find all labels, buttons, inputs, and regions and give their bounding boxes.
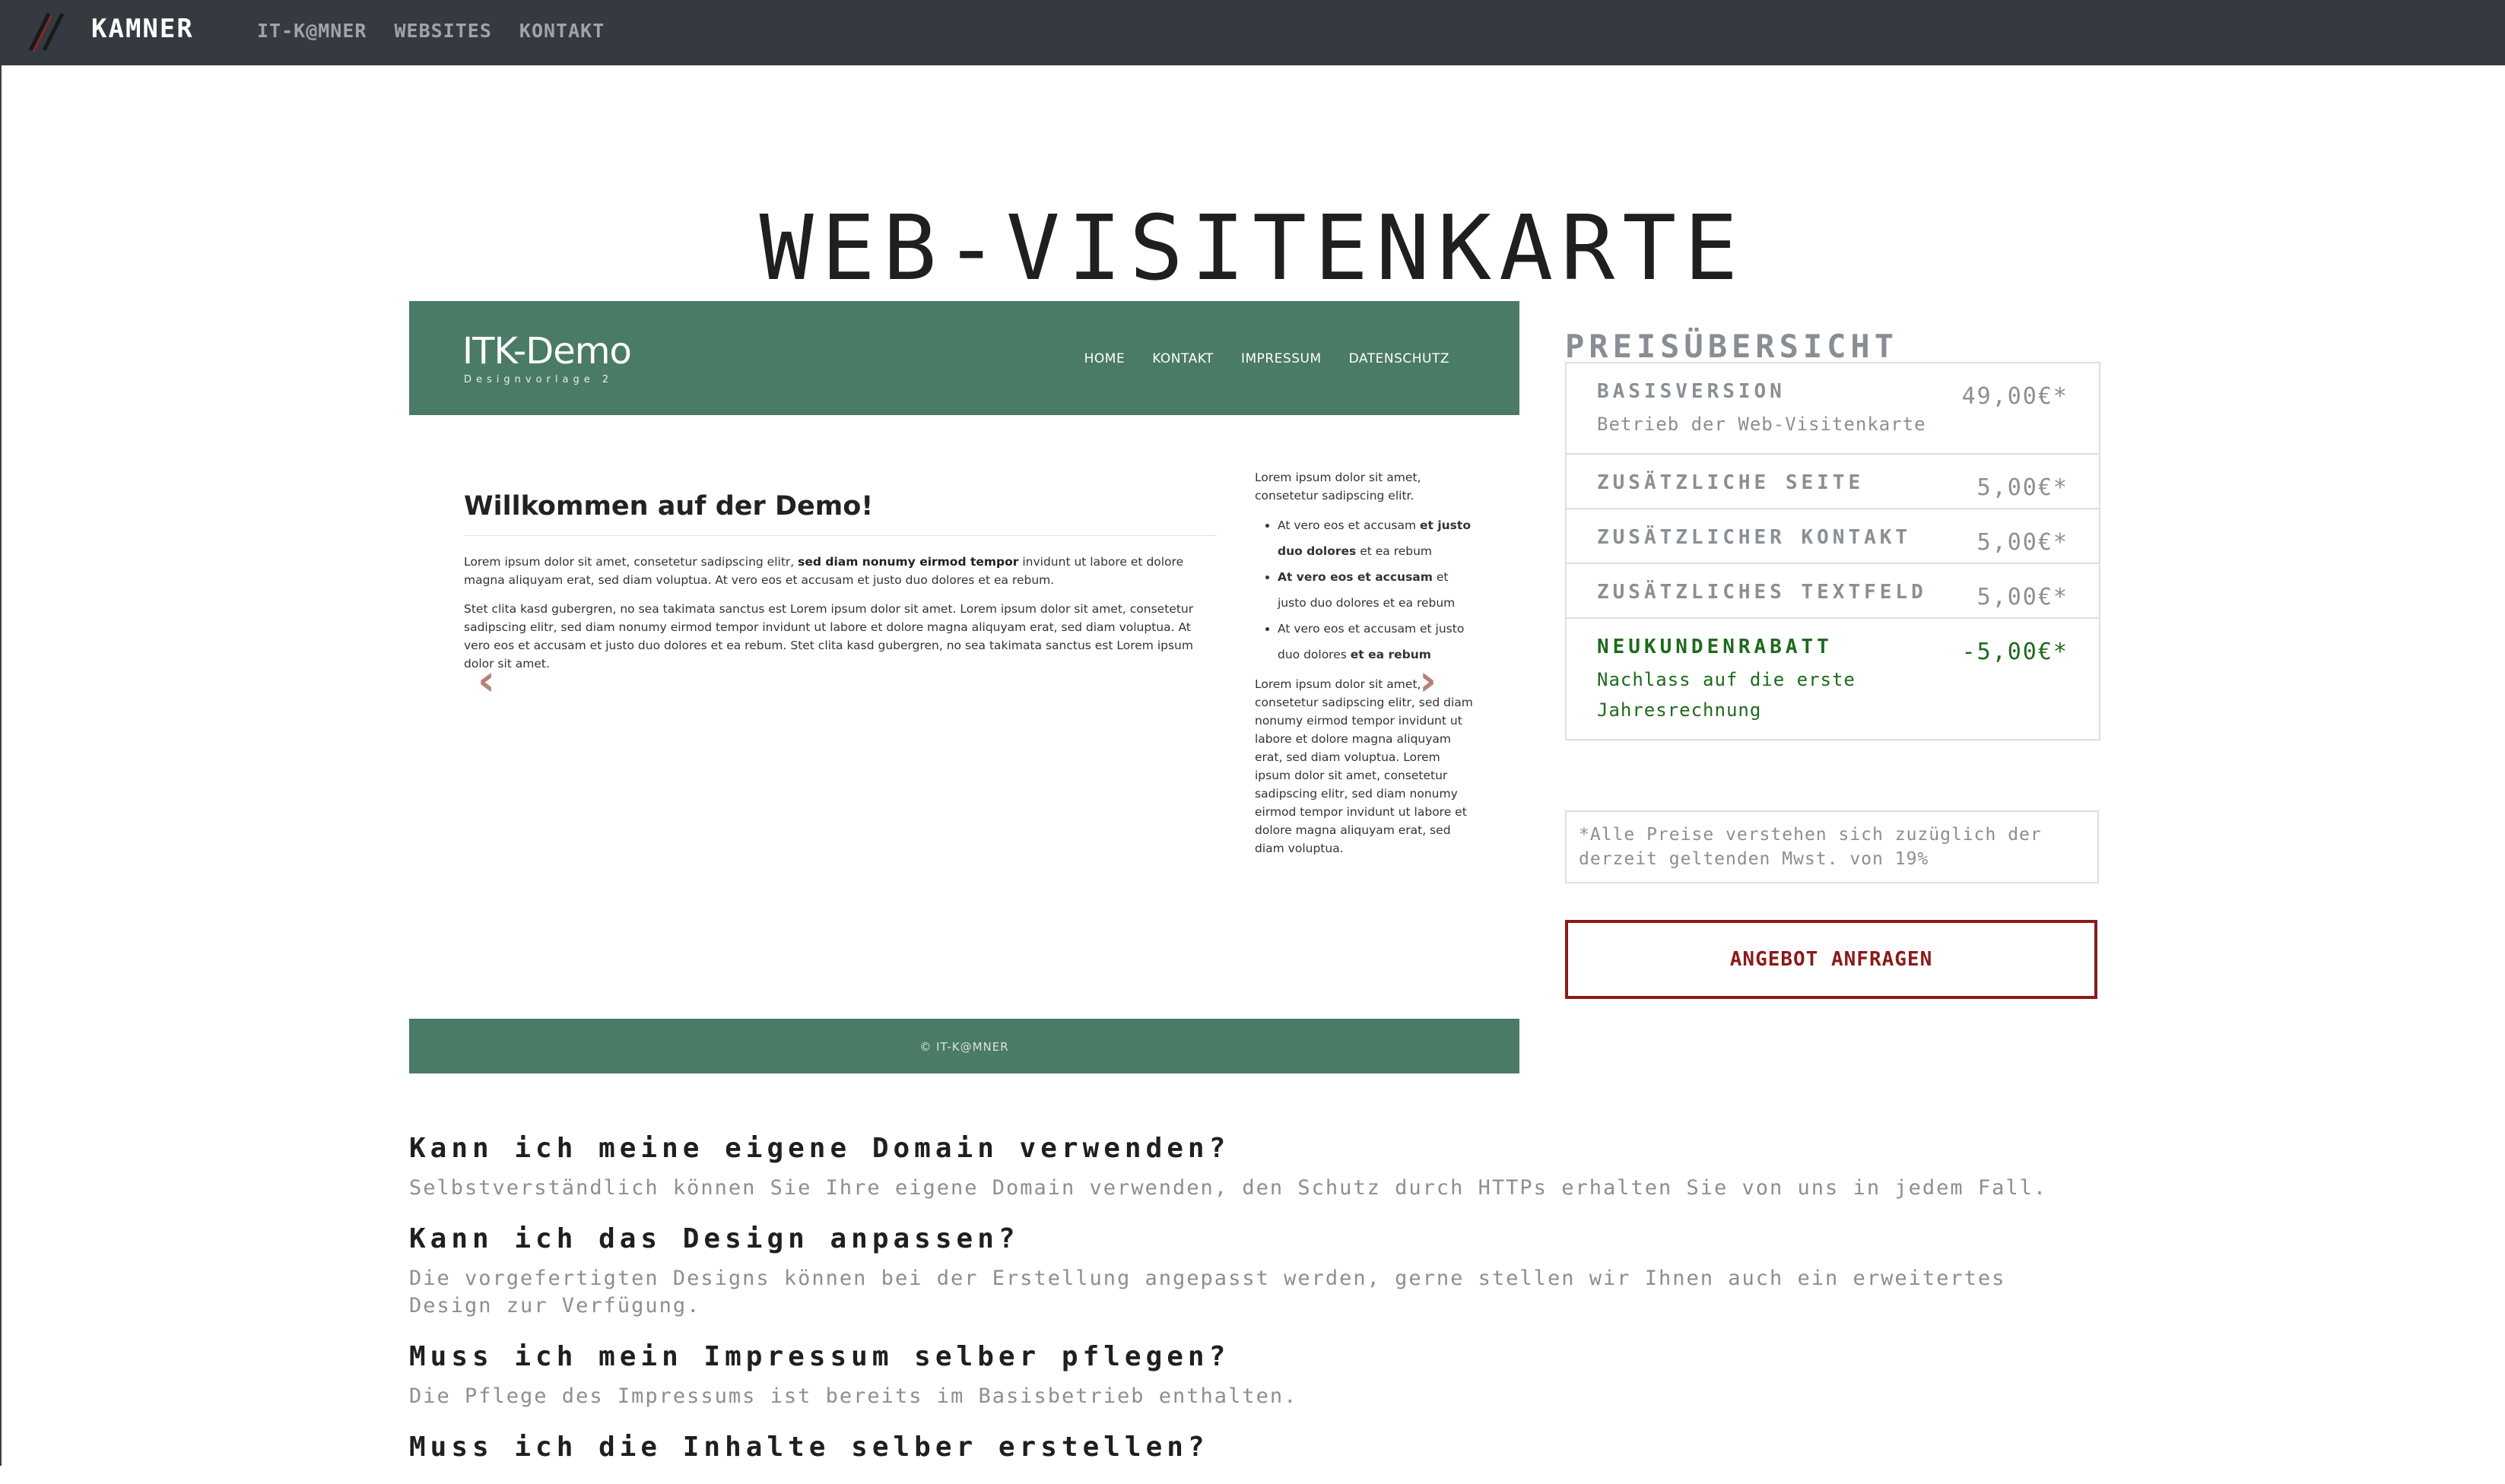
faq-question: Muss ich die Inhalte selber erstellen? (409, 1432, 1209, 1463)
demo-paragraph-2: Stet clita kasd gubergren, no sea takima… (464, 602, 1194, 671)
price-item-description: Betrieb der Web-Visitenkarte (1597, 414, 1926, 435)
price-overview-heading: PREISÜBERSICHT (1565, 327, 1899, 365)
demo-nav-impressum[interactable]: IMPRESSUM (1241, 351, 1322, 366)
page-title: WEB-VISITENKARTE (759, 195, 1746, 301)
faq-answer: Die Pflege des Impressums ist bereits im… (409, 1384, 1298, 1408)
demo-footer-copyright: © IT-K@MNER (919, 1040, 1009, 1054)
brand-name[interactable]: KAMNER (91, 14, 194, 44)
top-navbar: KAMNER IT-K@MNER WEBSITES KONTAKT (0, 0, 2505, 65)
demo-sidebar-outro: Lorem ipsum dolor sit amet, consetetur s… (1255, 677, 1473, 855)
demo-logo: ITK-Demo (462, 330, 632, 373)
brand-logo-icon[interactable] (27, 11, 73, 53)
demo-sidebar-list: At vero eos et accusam et justo duo dolo… (1255, 512, 1475, 667)
price-list: BASISVERSION Betrieb der Web-Visitenkart… (1565, 362, 2100, 740)
faq-question: Kann ich meine eigene Domain verwenden? (409, 1133, 1230, 1164)
price-row-basisversion: BASISVERSION Betrieb der Web-Visitenkart… (1567, 363, 2099, 455)
demo-preview-slide: ITK-Demo Designvorlage 2 HOME KONTAKT IM… (409, 301, 1519, 1073)
demo-main-content: Willkommen auf der Demo! Lorem ipsum dol… (464, 491, 1217, 683)
list-item-bold: et ea rebum (1350, 648, 1431, 661)
demo-nav: HOME KONTAKT IMPRESSUM DATENSCHUTZ (1084, 351, 1449, 366)
demo-sidebar: Lorem ipsum dolor sit amet, consetetur s… (1255, 468, 1475, 858)
demo-nav-datenschutz[interactable]: DATENSCHUTZ (1349, 351, 1449, 366)
demo-heading: Willkommen auf der Demo! (464, 491, 1217, 536)
list-item: At vero eos et accusam et justo duo dolo… (1278, 616, 1475, 667)
price-item-amount: 5,00€* (1976, 529, 2068, 556)
demo-paragraph-1-bold: sed diam nonumy eirmod tempor (798, 555, 1019, 569)
vat-note: *Alle Preise verstehen sich zuzüglich de… (1565, 810, 2099, 883)
demo-nav-kontakt[interactable]: KONTAKT (1152, 351, 1214, 366)
main-nav: IT-K@MNER WEBSITES KONTAKT (257, 20, 605, 42)
faq-section: Kann ich meine eigene Domain verwenden? … (409, 1133, 2097, 1484)
demo-paragraph-1: Lorem ipsum dolor sit amet, consetetur s… (464, 553, 1217, 589)
price-row-kontakt: ZUSÄTZLICHER KONTAKT 5,00€* (1567, 509, 2099, 564)
faq-answer: Die vorgefertigten Designs können bei de… (409, 1267, 2006, 1318)
price-item-amount: 5,00€* (1976, 474, 2068, 501)
demo-logo-subtitle: Designvorlage 2 (464, 374, 614, 385)
discount-amount: -5,00€* (1961, 639, 2068, 665)
list-item-text: et ea rebum (1356, 544, 1433, 558)
faq-item: Kann ich das Design anpassen? Die vorgef… (409, 1223, 2097, 1320)
list-item-bold: At vero eos et accusam (1278, 570, 1433, 584)
list-item-text: At vero eos et accusam (1278, 518, 1421, 532)
request-offer-button[interactable]: ANGEBOT ANFRAGEN (1565, 920, 2097, 999)
demo-footer: © IT-K@MNER (409, 1019, 1519, 1073)
discount-description: Nachlass auf die erste Jahresrechnung (1597, 669, 1856, 721)
price-item-amount: 5,00€* (1976, 584, 2068, 610)
nav-link-it-kamner[interactable]: IT-K@MNER (257, 20, 367, 42)
price-row-neukundenrabatt: NEUKUNDENRABATT Nachlass auf die erste J… (1567, 619, 2099, 739)
faq-question: Muss ich mein Impressum selber pflegen? (409, 1341, 1230, 1372)
demo-header: ITK-Demo Designvorlage 2 HOME KONTAKT IM… (409, 301, 1519, 415)
demo-sidebar-intro: Lorem ipsum dolor sit amet, consetetur s… (1255, 471, 1421, 503)
demo-nav-home[interactable]: HOME (1084, 351, 1126, 366)
slider-prev-arrow-icon[interactable]: ‹ (478, 660, 505, 702)
nav-link-websites[interactable]: WEBSITES (394, 20, 491, 42)
demo-paragraph-1-start: Lorem ipsum dolor sit amet, consetetur s… (464, 555, 798, 569)
nav-link-kontakt[interactable]: KONTAKT (519, 20, 605, 42)
price-row-seite: ZUSÄTZLICHE SEITE 5,00€* (1567, 455, 2099, 509)
faq-item: Muss ich mein Impressum selber pflegen? … (409, 1341, 2097, 1410)
faq-item: Kann ich meine eigene Domain verwenden? … (409, 1133, 2097, 1202)
price-item-amount: 49,00€* (1961, 383, 2068, 410)
faq-answer: Selbstverständlich können Sie Ihre eigen… (409, 1176, 2048, 1200)
list-item: At vero eos et accusam et justo duo dolo… (1278, 512, 1475, 564)
list-item: At vero eos et accusam et justo duo dolo… (1278, 564, 1475, 616)
faq-question: Kann ich das Design anpassen? (409, 1223, 1020, 1254)
faq-item: Muss ich die Inhalte selber erstellen? (409, 1432, 2097, 1463)
price-row-textfeld: ZUSÄTZLICHES TEXTFELD 5,00€* (1567, 564, 2099, 619)
